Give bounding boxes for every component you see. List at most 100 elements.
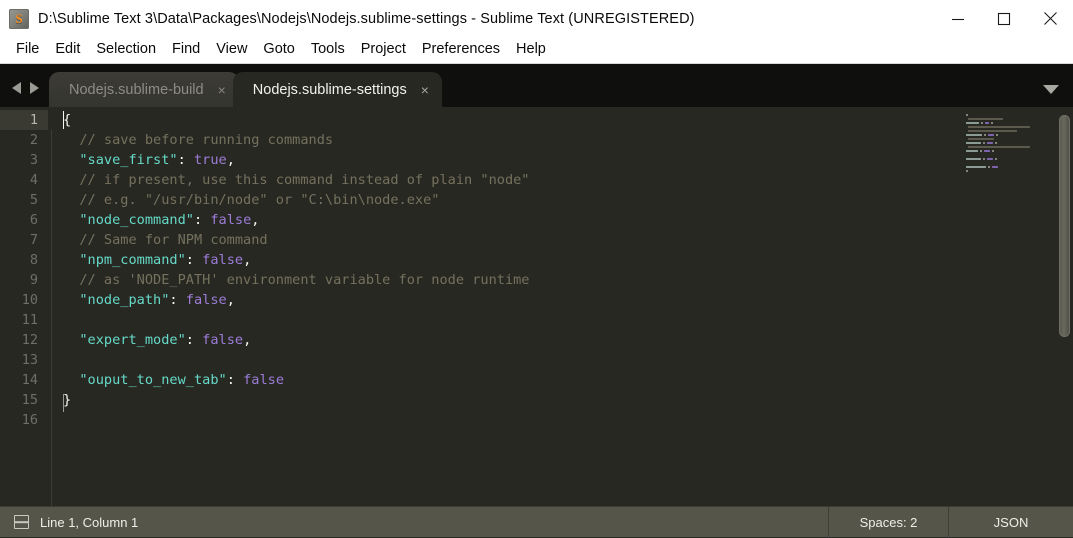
line-number: 13	[21, 352, 38, 368]
minimap-token	[987, 142, 993, 144]
code-content[interactable]: { // save before running commands "save_…	[57, 107, 960, 506]
editor-area: 1 2 3 4 5 6 7 8 9 10 11 12 13 14 15 16 { // save before…	[0, 107, 1073, 506]
window-title: D:\Sublime Text 3\Data\Packages\Nodejs\N…	[38, 10, 695, 27]
menu-item-file[interactable]: File	[8, 40, 47, 60]
code-token-punct	[63, 152, 79, 168]
minimap-token	[981, 122, 983, 124]
code-token-key: "ouput_to_new_tab"	[79, 372, 227, 388]
status-bar: Line 1, Column 1 Spaces: 2 JSON	[0, 506, 1073, 538]
code-token-comment: // save before running commands	[63, 132, 334, 148]
minimap[interactable]	[960, 107, 1056, 506]
code-token-punct: :	[177, 152, 194, 168]
code-token-const: false	[202, 252, 244, 268]
line-number: 14	[21, 372, 38, 388]
syntax-label: JSON	[993, 514, 1029, 530]
tab-close-icon[interactable]: ×	[421, 83, 429, 97]
menu-item-goto[interactable]: Goto	[255, 40, 302, 60]
line-number: 16	[21, 412, 38, 428]
minimap-token	[968, 138, 995, 140]
minimap-token	[968, 118, 1004, 120]
code-token-punct: {	[63, 112, 72, 128]
indentation-setting[interactable]: Spaces: 2	[828, 506, 948, 538]
menu-item-project[interactable]: Project	[353, 40, 414, 60]
line-number: 2	[29, 132, 38, 148]
code-token-punct: :	[185, 332, 203, 348]
maximize-icon[interactable]	[981, 0, 1027, 37]
menu-item-view[interactable]: View	[208, 40, 255, 60]
code-token-punct: ,	[251, 212, 260, 228]
code-token-key: "save_first"	[79, 152, 178, 168]
tab-nodejs-sublime-settings[interactable]: Nodejs.sublime-settings ×	[232, 72, 442, 107]
tab-close-icon[interactable]: ×	[218, 83, 226, 97]
chevron-down-icon[interactable]	[1043, 85, 1059, 94]
code-token-comment: // e.g. "/usr/bin/node" or "C:\bin\node.…	[63, 192, 440, 208]
code-token-const: true	[193, 152, 227, 168]
menu-item-selection[interactable]: Selection	[88, 40, 164, 60]
line-number-gutter: 1 2 3 4 5 6 7 8 9 10 11 12 13 14 15 16	[0, 107, 48, 506]
line-number: 5	[29, 192, 38, 208]
minimap-token	[996, 134, 998, 136]
line-number: 10	[21, 292, 38, 308]
minimap-token	[995, 142, 997, 144]
vertical-scrollbar[interactable]	[1056, 107, 1073, 506]
line-number: 3	[29, 152, 38, 168]
code-token-punct: :	[185, 252, 203, 268]
close-icon[interactable]	[1027, 0, 1073, 37]
minimap-token	[966, 166, 986, 168]
tab-navigation	[0, 82, 49, 107]
code-token-punct: :	[193, 212, 211, 228]
code-token-comment: // as 'NODE_PATH' environment variable f…	[63, 272, 530, 288]
fold-rail	[48, 107, 57, 506]
syntax-setting[interactable]: JSON	[948, 506, 1073, 538]
line-number: 7	[29, 232, 38, 248]
code-token-punct	[63, 252, 79, 268]
minimize-icon[interactable]	[935, 0, 981, 37]
minimap-token	[968, 126, 1031, 128]
menu-item-tools[interactable]: Tools	[303, 40, 353, 60]
code-line: }	[57, 390, 960, 410]
code-line: // e.g. "/usr/bin/node" or "C:\bin\node.…	[57, 190, 960, 210]
code-token-punct: ,	[226, 152, 235, 168]
code-token-const: false	[210, 212, 252, 228]
minimap-token	[983, 142, 985, 144]
minimap-token	[992, 166, 998, 168]
code-line: "save_first": true,	[57, 150, 960, 170]
minimap-token	[995, 158, 997, 160]
tab-label: Nodejs.sublime-build	[69, 81, 204, 98]
minimap-token	[980, 150, 982, 152]
line-number: 11	[21, 312, 38, 328]
code-token-punct: :	[169, 292, 186, 308]
menu-item-find[interactable]: Find	[164, 40, 208, 60]
code-line: "ouput_to_new_tab": false	[57, 370, 960, 390]
window-controls	[935, 0, 1073, 37]
menu-item-edit[interactable]: Edit	[47, 40, 88, 60]
menu-item-preferences[interactable]: Preferences	[414, 40, 508, 60]
code-line: // Same for NPM command	[57, 230, 960, 250]
code-token-punct: }	[63, 392, 72, 408]
line-number: 15	[21, 392, 38, 408]
scrollbar-thumb[interactable]	[1059, 115, 1070, 337]
menu-item-help[interactable]: Help	[508, 40, 554, 60]
line-number: 8	[29, 252, 38, 268]
cursor-position-label: Line 1, Column 1	[40, 514, 139, 530]
code-line: "npm_command": false,	[57, 250, 960, 270]
arrow-right-icon[interactable]	[30, 82, 39, 94]
tab-bar: Nodejs.sublime-build × Nodejs.sublime-se…	[0, 64, 1073, 107]
text-cursor	[63, 111, 64, 129]
code-token-punct	[63, 212, 79, 228]
tab-nodejs-sublime-build[interactable]: Nodejs.sublime-build ×	[49, 72, 239, 107]
code-token-const: false	[243, 372, 284, 388]
minimap-token	[985, 122, 989, 124]
minimap-token	[966, 150, 978, 152]
code-token-punct	[63, 292, 79, 308]
code-token-comment: // if present, use this command instead …	[63, 172, 530, 188]
code-line: {	[57, 110, 960, 130]
minimap-token	[966, 114, 968, 116]
split-layout-icon[interactable]	[14, 515, 29, 529]
menu-bar: File Edit Selection Find View Goto Tools…	[0, 37, 1073, 64]
line-number: 9	[29, 272, 38, 288]
fold-guide-line	[51, 130, 52, 506]
arrow-left-icon[interactable]	[12, 82, 21, 94]
logo-glyph: S	[15, 11, 23, 26]
